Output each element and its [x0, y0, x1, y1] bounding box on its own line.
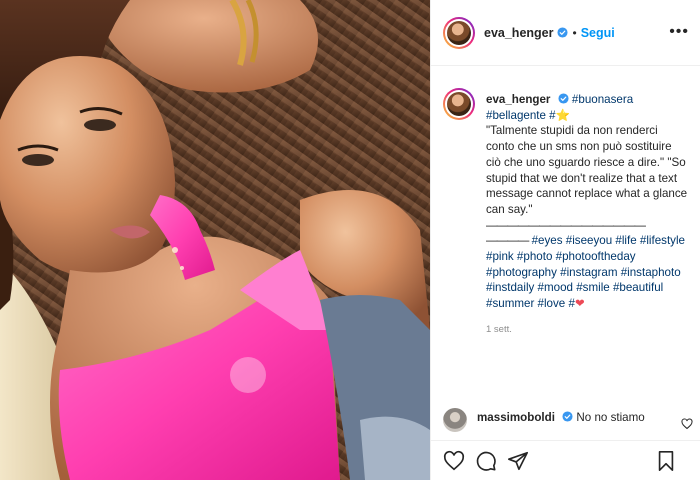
- commenter-username[interactable]: massimoboldi: [477, 411, 555, 424]
- quote-italian: "Talmente stupidi da non renderci conto …: [486, 124, 672, 169]
- comment-icon[interactable]: [475, 450, 497, 472]
- more-options-icon[interactable]: •••: [669, 24, 689, 40]
- caption-avatar[interactable]: [443, 88, 475, 120]
- divider-prefix: ————: [486, 234, 529, 248]
- post-header: eva_henger • Segui •••: [431, 0, 700, 66]
- post-photo[interactable]: [0, 0, 430, 480]
- separator-dot: •: [572, 25, 577, 40]
- comment-body: No no stiamo: [576, 411, 645, 424]
- caption-text: eva_henger #buonasera #bellagente #⭐ "Ta…: [486, 92, 689, 338]
- verified-badge-icon: [562, 411, 573, 422]
- verified-badge-icon: [557, 27, 569, 38]
- heart-icon[interactable]: [443, 450, 465, 472]
- author-avatar[interactable]: [443, 16, 475, 49]
- follow-button[interactable]: Segui: [581, 26, 615, 40]
- author-username[interactable]: eva_henger: [484, 26, 553, 40]
- action-bar: [431, 440, 700, 480]
- hashtag-buonasera[interactable]: #buonasera: [572, 93, 633, 106]
- comment-item: massimoboldi No no stiamo: [443, 406, 693, 436]
- comment-text: massimoboldi No no stiamo: [477, 410, 645, 425]
- post-photo-image: [0, 0, 430, 480]
- commenter-avatar[interactable]: [443, 408, 467, 432]
- bookmark-icon[interactable]: [655, 450, 677, 472]
- divider-line: ———————————————: [486, 218, 646, 232]
- paper-plane-icon[interactable]: [507, 450, 529, 472]
- star-emoji: ⭐: [555, 108, 571, 122]
- post-sidebar: eva_henger • Segui ••• eva_henger #buona…: [430, 0, 700, 480]
- hashtag-bellagente[interactable]: #bellagente #: [486, 109, 556, 122]
- post-time[interactable]: 1 sett.: [486, 322, 689, 338]
- comment-like-heart-icon[interactable]: [681, 418, 693, 430]
- caption-section: eva_henger #buonasera #bellagente #⭐ "Ta…: [431, 66, 700, 402]
- caption-username[interactable]: eva_henger: [486, 93, 550, 106]
- verified-badge-icon: [558, 93, 569, 104]
- heart-emoji: ❤: [574, 297, 585, 311]
